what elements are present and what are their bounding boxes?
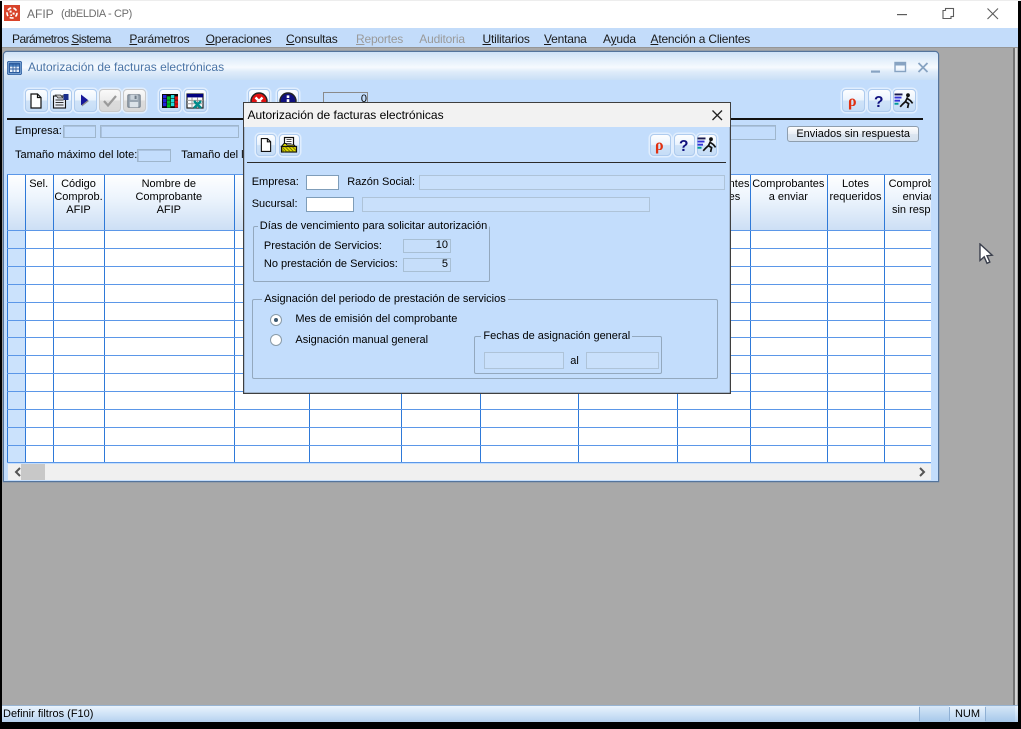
svg-text:ρ: ρ: [848, 93, 857, 110]
svg-text:ρ: ρ: [655, 137, 664, 154]
svg-text:?: ?: [679, 138, 688, 154]
svg-text:?: ?: [874, 94, 883, 110]
